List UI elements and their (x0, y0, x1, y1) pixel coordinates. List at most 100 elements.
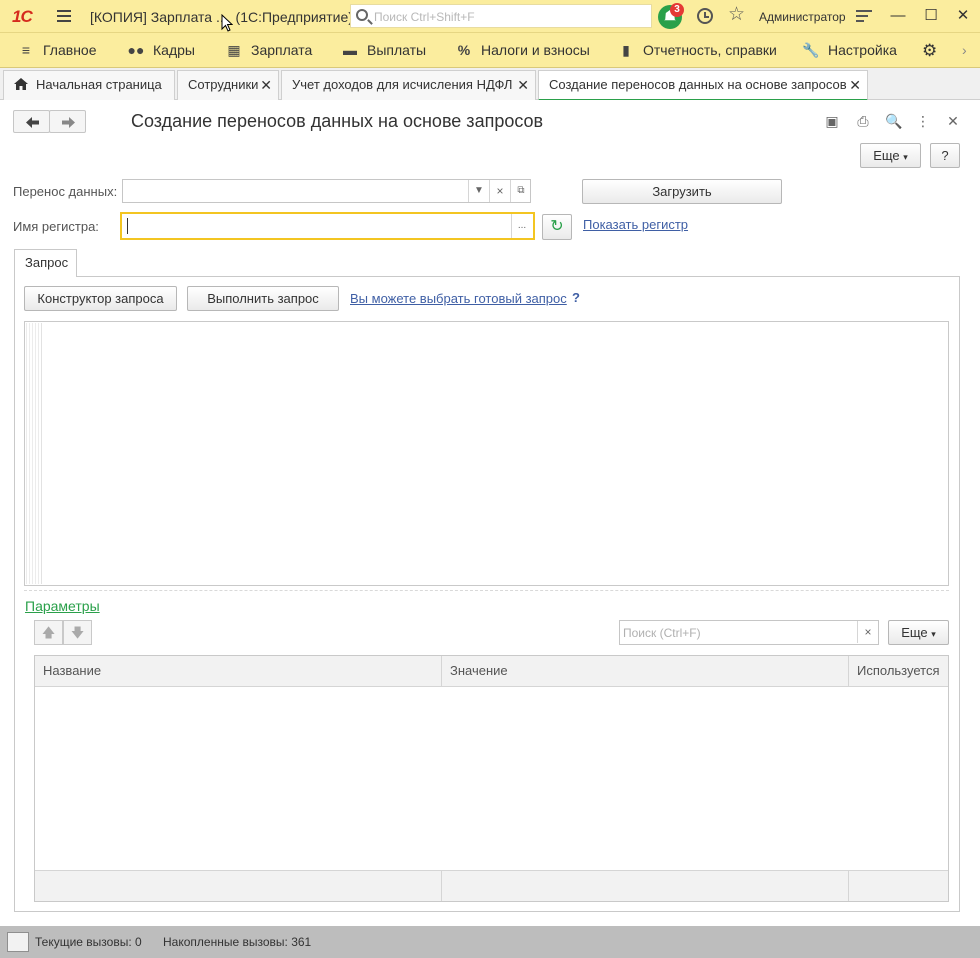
close-tab-icon[interactable]: ✕ (260, 71, 272, 99)
app-subtitle: (1С:Предприятие) (235, 9, 353, 25)
clear-icon[interactable]: × (489, 180, 510, 202)
current-calls: Текущие вызовы: 0 (35, 935, 142, 949)
move-up-button[interactable]: 🡅 (34, 620, 63, 645)
dropdown-icon: ▾ (931, 629, 936, 639)
arrow-down-icon: 🡇 (70, 625, 85, 640)
form-area: Создание переносов данных на основе запр… (0, 100, 980, 926)
section-payments-label: Выплаты (367, 42, 427, 58)
splitter[interactable] (24, 590, 949, 591)
sections-panel: ≡ Главное ●● Кадры ▦ Зарплата ▬ Выплаты % Нал… (0, 33, 980, 68)
help-question-icon[interactable]: ? (572, 290, 580, 305)
section-settings[interactable]: 🔧 Настройка (802, 33, 897, 68)
favorites-star-icon[interactable]: ☆ (728, 5, 745, 24)
column-value[interactable]: Значение (442, 656, 849, 687)
params-table-footer (35, 870, 948, 901)
save-icon[interactable]: ▣ (824, 113, 840, 129)
section-hr[interactable]: ●● Кадры (127, 33, 195, 68)
print-icon[interactable]: ⎙ (855, 113, 871, 129)
history-icon[interactable] (697, 8, 713, 24)
line-numbers-gutter (26, 323, 42, 584)
register-field[interactable]: ... (120, 212, 535, 240)
params-table-header: Название Значение Используется (35, 656, 948, 687)
transfer-field[interactable]: ▼ × ⧉ (122, 179, 531, 203)
close-tab-icon[interactable]: ✕ (517, 71, 529, 99)
execute-query-button[interactable]: Выполнить запрос (187, 286, 339, 311)
params-table[interactable]: Название Значение Используется (34, 655, 949, 902)
mouse-cursor-icon (221, 14, 233, 32)
maximize-button[interactable]: ☐ (919, 5, 943, 27)
section-reports[interactable]: ▮ Отчетность, справки (617, 33, 777, 68)
more-button-label: Еще (873, 148, 900, 163)
ready-query-link[interactable]: Вы можете выбрать готовый запрос (350, 291, 567, 306)
current-calls-label: Текущие вызовы: (35, 935, 132, 949)
select-ellipsis-icon[interactable]: ... (511, 214, 532, 238)
global-search-input[interactable]: Поиск Ctrl+Shift+F (350, 4, 652, 28)
settings-menu-icon[interactable] (856, 10, 872, 25)
main-menu-icon[interactable] (57, 10, 71, 22)
preview-icon[interactable]: 🔍 (885, 113, 902, 129)
section-salary-label: Зарплата (251, 42, 313, 58)
column-used[interactable]: Используется (849, 656, 949, 687)
close-tab-icon[interactable]: ✕ (849, 71, 861, 99)
tab-home-label: Начальная страница (36, 77, 162, 92)
show-register-link[interactable]: Показать регистр (583, 217, 688, 232)
windows-icon[interactable] (7, 932, 29, 952)
title-bar: 1С [КОПИЯ] Зарплата ... (1С:Предприятие)… (0, 0, 980, 33)
tab-create-transfers-label: Создание переносов данных на основе запр… (549, 77, 847, 92)
accumulated-calls-label: Накопленные вызовы: (163, 935, 288, 949)
close-form-icon[interactable]: ✕ (945, 113, 961, 129)
tab-create-transfers[interactable]: Создание переносов данных на основе запр… (538, 70, 868, 101)
calculator-icon: ▦ (227, 42, 241, 58)
more-actions-icon[interactable]: ⋮ (915, 113, 931, 129)
back-button[interactable] (13, 110, 50, 133)
params-more-label: Еще (901, 625, 928, 640)
tab-home[interactable]: Начальная страница (3, 70, 175, 100)
scroll-right-icon[interactable]: › (962, 33, 967, 68)
tab-ndfl-income-label: Учет доходов для исчисления НДФЛ (292, 77, 513, 92)
footer-cell (35, 871, 442, 901)
section-main[interactable]: ≡ Главное (17, 33, 97, 68)
tab-ndfl-income[interactable]: Учет доходов для исчисления НДФЛ ✕ (281, 70, 536, 100)
accumulated-calls-value: 361 (291, 935, 312, 949)
load-button[interactable]: Загрузить (582, 179, 782, 204)
params-search-input[interactable]: Поиск (Ctrl+F) × (619, 620, 879, 645)
wrench-icon: 🔧 (802, 42, 820, 58)
home-icon (14, 78, 28, 90)
close-window-button[interactable]: ✕ (951, 5, 975, 27)
more-button[interactable]: Еще ▾ (860, 143, 921, 168)
params-search-placeholder: Поиск (Ctrl+F) (623, 626, 701, 640)
user-name[interactable]: Администратор (759, 10, 846, 24)
query-builder-button[interactable]: Конструктор запроса (24, 286, 177, 311)
refresh-button[interactable]: ↻ (542, 214, 572, 240)
tab-employees[interactable]: Сотрудники ✕ (177, 70, 279, 100)
dropdown-icon[interactable]: ▼ (468, 180, 489, 202)
tab-query[interactable]: Запрос (14, 249, 77, 277)
column-name[interactable]: Название (35, 656, 442, 687)
move-down-button[interactable]: 🡇 (63, 620, 92, 645)
form-title: Создание переносов данных на основе запр… (131, 111, 544, 131)
arrow-up-icon: 🡅 (41, 625, 56, 640)
params-more-button[interactable]: Еще ▾ (888, 620, 949, 645)
forward-button[interactable] (49, 110, 86, 133)
section-taxes[interactable]: % Налоги и взносы (455, 33, 590, 68)
minimize-button[interactable]: — (886, 5, 910, 27)
settings-gear-icon[interactable]: ⚙ (922, 33, 937, 68)
help-button[interactable]: ? (930, 143, 960, 168)
section-salary[interactable]: ▦ Зарплата (225, 33, 312, 68)
section-hr-label: Кадры (153, 42, 195, 58)
search-icon (356, 9, 368, 21)
parameters-link[interactable]: Параметры (25, 598, 100, 614)
text-cursor (127, 218, 128, 234)
section-payments[interactable]: ▬ Выплаты (341, 33, 426, 68)
people-icon: ●● (127, 42, 145, 58)
section-taxes-label: Налоги и взносы (481, 42, 590, 58)
transfer-label: Перенос данных: (13, 184, 118, 199)
section-settings-label: Настройка (828, 42, 897, 58)
open-icon[interactable]: ⧉ (510, 180, 531, 202)
app-title: [КОПИЯ] Зарплата ... (90, 9, 228, 25)
status-bar: Текущие вызовы: 0 Накопленные вызовы: 36… (0, 926, 980, 958)
percent-icon: % (457, 42, 471, 58)
query-text-editor[interactable] (24, 321, 949, 586)
notifications-badge: 3 (670, 3, 684, 17)
clear-search-icon[interactable]: × (857, 621, 878, 643)
